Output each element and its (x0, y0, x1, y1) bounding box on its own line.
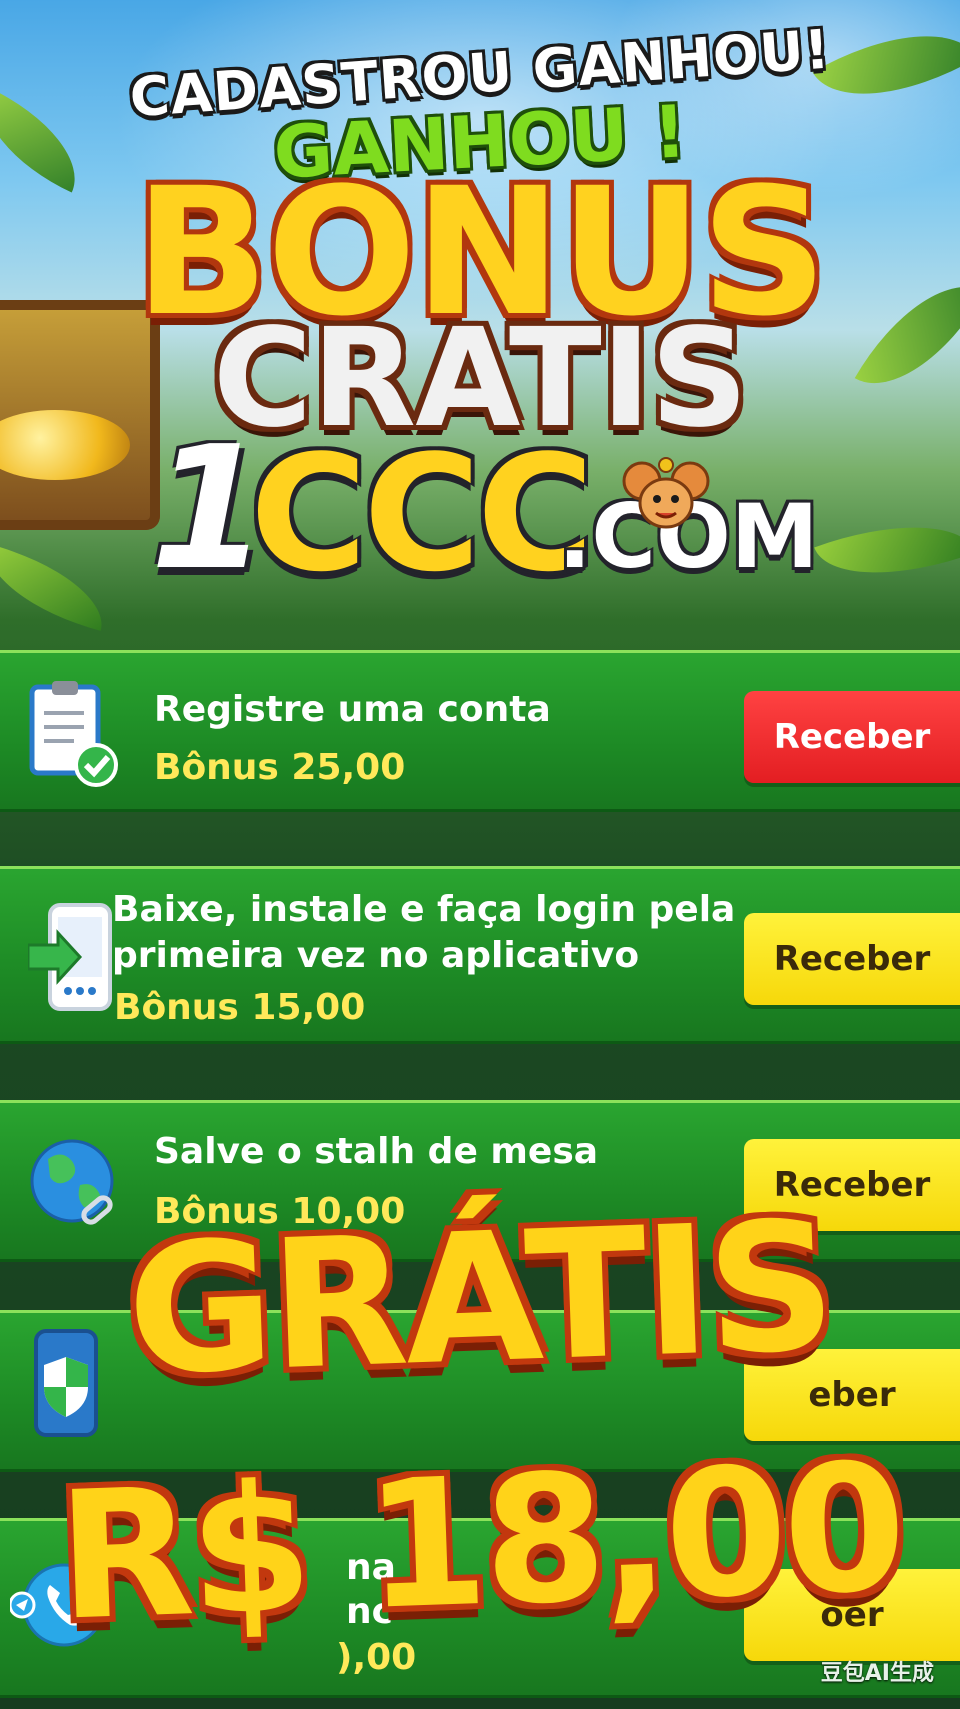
palm-leaf-decoration (0, 544, 115, 631)
clipboard-check-icon (29, 681, 118, 787)
task-title: Baixe, instale e faça login pela (112, 889, 736, 930)
receive-button[interactable]: Receber (744, 691, 960, 783)
receive-button[interactable]: Receber (744, 913, 960, 1005)
phone-download-icon (28, 903, 112, 1011)
task-title: Salve o stalh de mesa (154, 1131, 599, 1172)
ai-watermark: 豆包AI生成 (820, 1661, 934, 1686)
task-bonus: Bônus 25,00 (154, 747, 406, 788)
task-bonus: Bônus 15,00 (114, 987, 366, 1028)
promo-gratis-text: GRÁTIS (124, 1182, 836, 1415)
logo-ccc: CCC (250, 420, 594, 607)
mouse-mascot-icon (622, 457, 710, 529)
task-row-register: Registre uma conta Bônus 25,00 Receber (0, 650, 960, 812)
task-title-line2: primeira vez no aplicativo (112, 935, 640, 976)
task-row-install-app: Baixe, instale e faça login pela primeir… (0, 866, 960, 1044)
palm-leaf-decoration (814, 496, 960, 604)
task-title: Registre uma conta (154, 689, 551, 730)
promo-amount-text: R$ 18,00 (54, 1425, 906, 1660)
